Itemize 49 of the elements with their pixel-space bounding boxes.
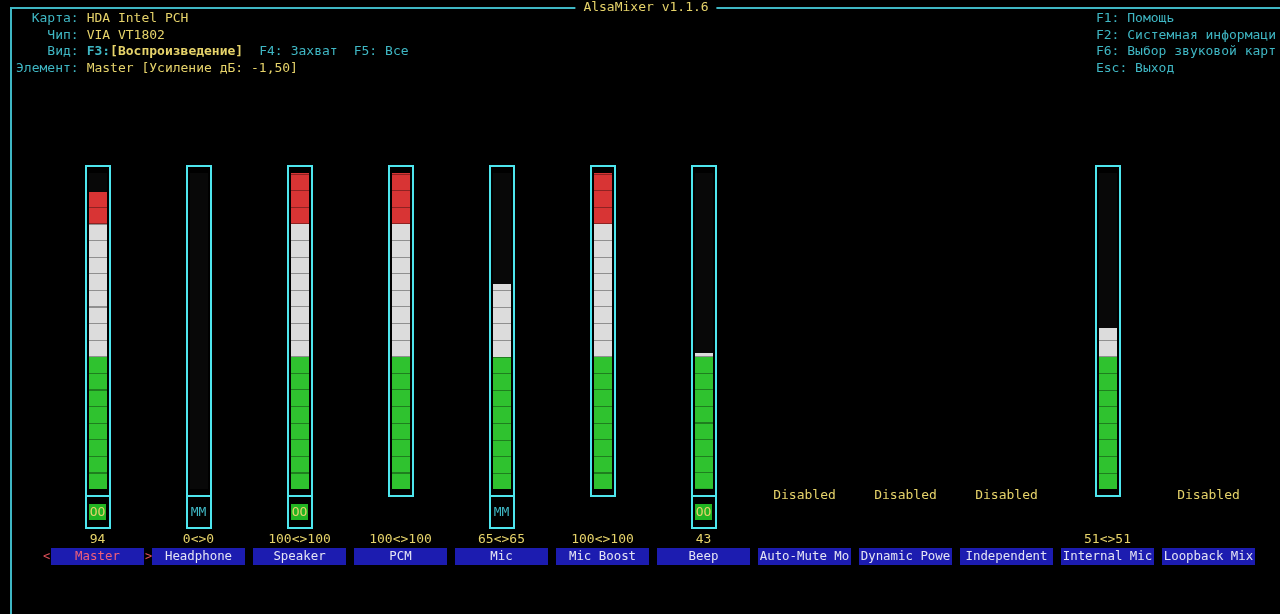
channel-label[interactable]: Auto-Mute Mo bbox=[758, 548, 851, 565]
volume-value: 0<>0 bbox=[182, 531, 215, 548]
view-label: Вид: bbox=[46, 43, 79, 60]
view-option[interactable]: F3:[Воспроизведение] bbox=[86, 43, 244, 60]
channel-label[interactable]: Speaker bbox=[253, 548, 346, 565]
help-shortcut: Esc: Выход bbox=[1095, 59, 1176, 76]
element-value: Master [Усиление дБ: -1,50] bbox=[86, 59, 299, 76]
channel-label[interactable]: Mic bbox=[455, 548, 548, 565]
channel-label[interactable]: Loopback Mix bbox=[1162, 548, 1255, 565]
channel-label[interactable]: Dynamic Powe bbox=[859, 548, 952, 565]
volume-meter[interactable] bbox=[690, 165, 717, 497]
mute-switch[interactable]: MM bbox=[185, 495, 212, 529]
volume-meter[interactable] bbox=[84, 165, 111, 497]
selection-arrow: < bbox=[43, 548, 50, 565]
info-label: Чип: bbox=[46, 26, 79, 43]
volume-meter[interactable] bbox=[589, 165, 616, 497]
volume-meter[interactable] bbox=[286, 165, 313, 497]
channel-label[interactable]: PCM bbox=[354, 548, 447, 565]
volume-value: 94 bbox=[89, 531, 106, 548]
volume-value: 51<>51 bbox=[1084, 531, 1131, 548]
element-label: Элемент: bbox=[16, 59, 79, 76]
selection-arrow: > bbox=[145, 548, 152, 565]
volume-meter[interactable] bbox=[185, 165, 212, 497]
volume-value: 43 bbox=[695, 531, 712, 548]
channel-label[interactable]: Beep bbox=[657, 548, 750, 565]
info-value: VIA VT1802 bbox=[86, 26, 166, 43]
status-text: Disabled bbox=[1177, 486, 1240, 503]
view-option[interactable]: F4: Захват bbox=[259, 43, 338, 60]
status-text: Disabled bbox=[773, 486, 836, 503]
channel-label[interactable]: Headphone bbox=[152, 548, 245, 565]
channel-label[interactable]: Independent bbox=[960, 548, 1053, 565]
volume-meter[interactable] bbox=[387, 165, 414, 497]
volume-value: 65<>65 bbox=[478, 531, 525, 548]
info-label: Карта: bbox=[30, 10, 79, 27]
channel-label[interactable]: Internal Mic bbox=[1061, 548, 1154, 565]
status-text: Disabled bbox=[975, 486, 1038, 503]
view-option[interactable]: F5: Все bbox=[353, 43, 409, 60]
help-shortcut: F2: Системная информаци bbox=[1095, 26, 1276, 43]
info-value: HDA Intel PCH bbox=[86, 10, 190, 27]
channel-label[interactable]: Mic Boost bbox=[556, 548, 649, 565]
status-text: Disabled bbox=[874, 486, 937, 503]
mute-switch[interactable]: MM bbox=[488, 495, 515, 529]
volume-value: 100<>100 bbox=[369, 531, 432, 548]
volume-meter[interactable] bbox=[1094, 165, 1121, 497]
help-shortcut: F6: Выбор звуковой карт bbox=[1095, 43, 1276, 60]
volume-value: 100<>100 bbox=[268, 531, 331, 548]
help-shortcut: F1: Помощь bbox=[1095, 10, 1176, 27]
volume-meter[interactable] bbox=[488, 165, 515, 497]
volume-value: 100<>100 bbox=[571, 531, 634, 548]
